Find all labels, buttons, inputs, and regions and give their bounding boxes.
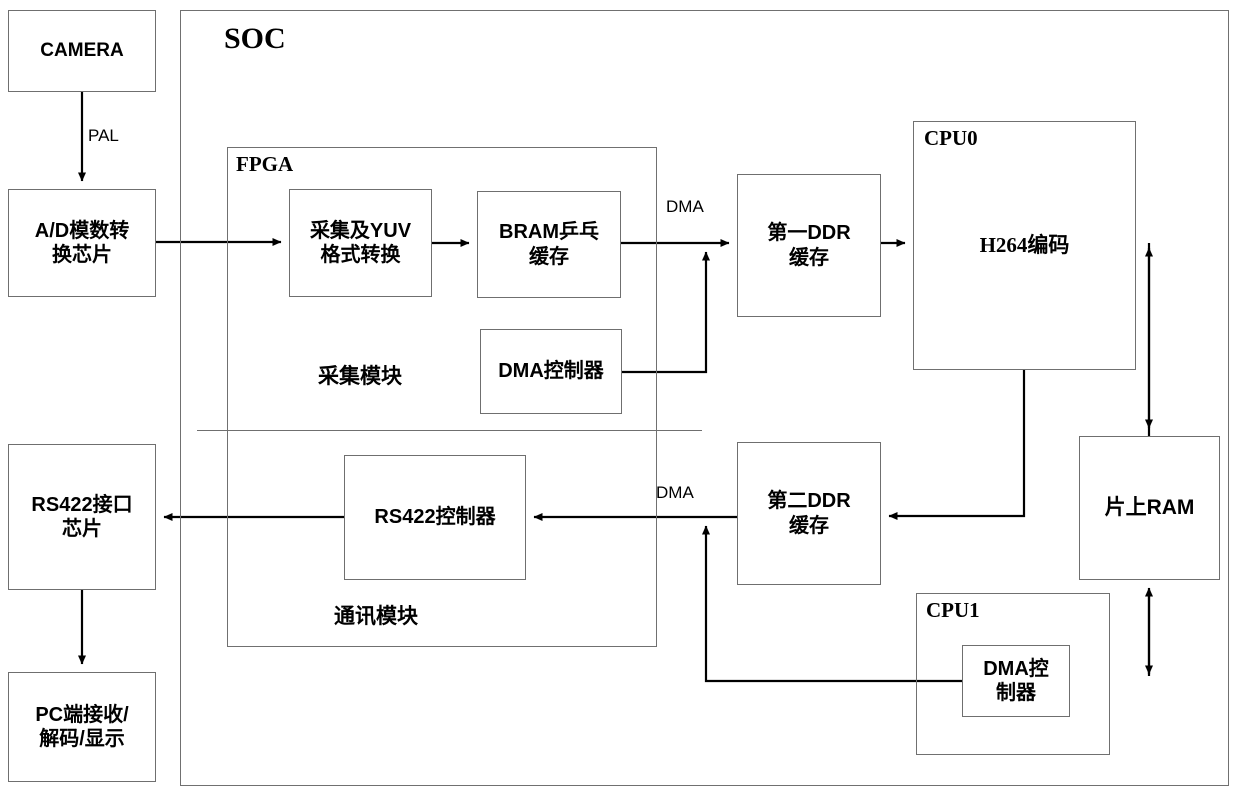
node-cpu1-dma-controller-label: DMA控 制器 bbox=[983, 657, 1049, 704]
container-cpu1-title: CPU1 bbox=[926, 598, 980, 622]
node-rs422-interface-chip-label: RS422接口 芯片 bbox=[31, 493, 133, 540]
node-pc-receiver[interactable]: PC端接收/ 解码/显示 bbox=[8, 672, 156, 782]
node-h264-encoder[interactable]: H264编码 bbox=[913, 121, 1136, 370]
block-diagram-canvas: SOC FPGA CPU0 CPU1 CAMERA A/D模数转 换芯片 RS4… bbox=[0, 0, 1240, 794]
node-first-ddr-buffer[interactable]: 第一DDR 缓存 bbox=[737, 174, 881, 317]
node-h264-encoder-label: H264编码 bbox=[979, 232, 1070, 257]
node-rs422-interface-chip[interactable]: RS422接口 芯片 bbox=[8, 444, 156, 590]
node-pc-receiver-label: PC端接收/ 解码/显示 bbox=[35, 703, 129, 750]
node-first-ddr-buffer-label: 第一DDR 缓存 bbox=[767, 222, 851, 269]
container-fpga-title: FPGA bbox=[236, 152, 294, 176]
node-ad-converter-chip[interactable]: A/D模数转 换芯片 bbox=[8, 189, 156, 297]
label-acquisition-module: 采集模块 bbox=[318, 364, 402, 388]
node-camera[interactable]: CAMERA bbox=[8, 10, 156, 92]
node-bram-pingpong-buffer-label: BRAM乒乓 缓存 bbox=[499, 221, 599, 268]
node-yuv-conversion-label: 采集及YUV 格式转换 bbox=[309, 219, 412, 266]
node-second-ddr-buffer[interactable]: 第二DDR 缓存 bbox=[737, 442, 881, 585]
node-ad-converter-chip-label: A/D模数转 换芯片 bbox=[34, 219, 130, 266]
node-fpga-dma-controller[interactable]: DMA控制器 bbox=[480, 329, 622, 414]
container-soc-title: SOC bbox=[224, 22, 286, 55]
node-rs422-controller[interactable]: RS422控制器 bbox=[344, 455, 526, 580]
label-dma-top: DMA bbox=[666, 197, 704, 216]
node-camera-label: CAMERA bbox=[40, 40, 124, 62]
label-dma-bottom: DMA bbox=[656, 483, 694, 502]
node-second-ddr-buffer-label: 第二DDR 缓存 bbox=[767, 490, 851, 537]
label-pal: PAL bbox=[88, 126, 119, 145]
node-rs422-controller-label: RS422控制器 bbox=[374, 506, 496, 529]
label-communication-module: 通讯模块 bbox=[334, 604, 418, 628]
node-bram-pingpong-buffer[interactable]: BRAM乒乓 缓存 bbox=[477, 191, 621, 298]
node-fpga-dma-controller-label: DMA控制器 bbox=[498, 360, 604, 383]
node-yuv-conversion[interactable]: 采集及YUV 格式转换 bbox=[289, 189, 432, 297]
fpga-module-divider bbox=[197, 430, 702, 432]
node-onchip-ram-label: 片上RAM bbox=[1104, 496, 1195, 520]
node-onchip-ram[interactable]: 片上RAM bbox=[1079, 436, 1220, 580]
node-cpu1-dma-controller[interactable]: DMA控 制器 bbox=[962, 645, 1070, 717]
